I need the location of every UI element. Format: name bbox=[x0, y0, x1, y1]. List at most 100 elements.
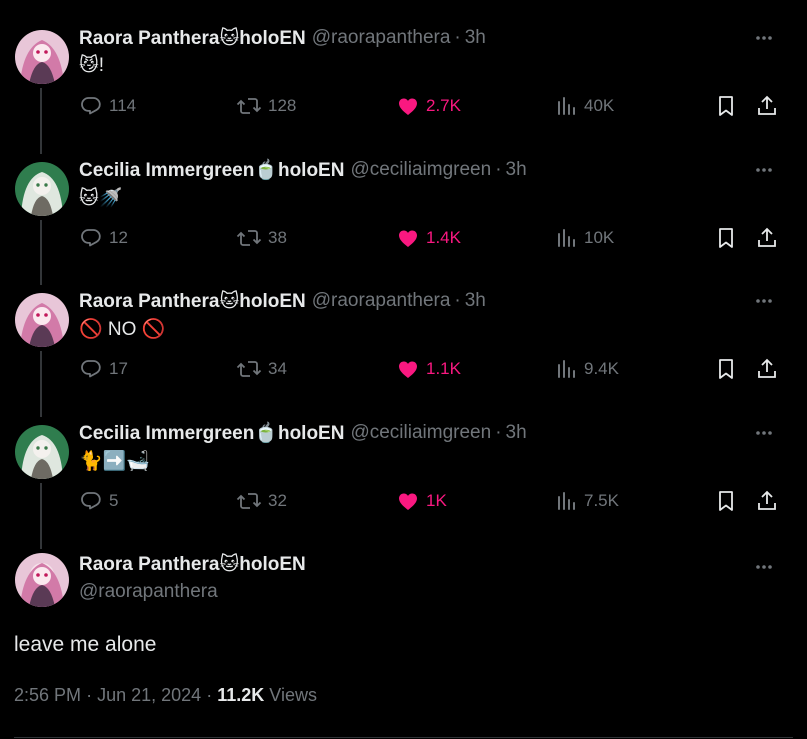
bookmark-button[interactable] bbox=[715, 92, 737, 120]
author-name[interactable]: Raora Panthera🐱holoEN bbox=[79, 27, 306, 50]
retweet-button[interactable]: 128 bbox=[236, 92, 296, 120]
tweet-time[interactable]: 3h bbox=[506, 422, 527, 444]
more-icon[interactable] bbox=[752, 555, 776, 579]
author-name[interactable]: Raora Panthera🐱holoEN bbox=[79, 290, 306, 313]
divider bbox=[14, 737, 793, 738]
author-name[interactable]: Cecilia Immergreen🍵holoEN bbox=[79, 421, 344, 445]
views-button[interactable]: 9.4K bbox=[556, 355, 619, 383]
tweet-time[interactable]: 3h bbox=[465, 290, 486, 312]
tweet-text: 🐱🚿 bbox=[79, 188, 123, 209]
like-button[interactable]: 1K bbox=[396, 487, 447, 515]
heart-icon bbox=[399, 230, 417, 247]
like-button[interactable]: 1.4K bbox=[396, 224, 461, 252]
reply-tweet[interactable]: Cecilia Immergreen🍵holoEN @ceciliaimgree… bbox=[0, 158, 807, 268]
reply-button[interactable]: 114 bbox=[79, 92, 136, 120]
tweet-time[interactable]: 3h bbox=[465, 27, 486, 49]
more-icon[interactable] bbox=[752, 158, 776, 182]
tweet-time[interactable]: 3h bbox=[506, 159, 527, 181]
thread-line bbox=[40, 88, 42, 154]
thread-line bbox=[40, 483, 42, 549]
like-count: 2.7K bbox=[426, 96, 461, 115]
share-button[interactable] bbox=[755, 487, 779, 515]
action-bar: 5 32 1K 7.5K bbox=[79, 487, 777, 515]
like-button[interactable]: 2.7K bbox=[396, 92, 461, 120]
raora-avatar[interactable] bbox=[15, 293, 69, 347]
like-count: 1.1K bbox=[426, 359, 461, 378]
share-icon bbox=[758, 227, 776, 247]
bookmark-button[interactable] bbox=[715, 224, 737, 252]
views-label: Views bbox=[269, 685, 317, 705]
author-handle[interactable]: @ceciliaimgreen bbox=[350, 159, 491, 181]
tweet-time[interactable]: 2:56 PM bbox=[14, 685, 81, 705]
bookmark-button[interactable] bbox=[715, 355, 737, 383]
author-handle[interactable]: @raorapanthera bbox=[312, 27, 451, 49]
reply-button[interactable]: 12 bbox=[79, 224, 128, 252]
author-handle[interactable]: @raorapanthera bbox=[312, 290, 451, 312]
reply-tweet[interactable]: Raora Panthera🐱holoEN @raorapanthera · 3… bbox=[0, 26, 807, 136]
retweet-icon bbox=[236, 230, 262, 246]
heart-icon bbox=[399, 361, 417, 378]
tweet-header: Cecilia Immergreen🍵holoEN @ceciliaimgree… bbox=[79, 421, 527, 445]
reply-tweet[interactable]: Raora Panthera🐱holoEN @raorapanthera · 3… bbox=[0, 289, 807, 399]
tweet-text: leave me alone bbox=[14, 633, 157, 656]
retweet-button[interactable]: 32 bbox=[236, 487, 287, 515]
view-count: 11.2K bbox=[217, 685, 265, 705]
tweet-header: Cecilia Immergreen🍵holoEN @ceciliaimgree… bbox=[79, 158, 527, 182]
author-handle[interactable]: @ceciliaimgreen bbox=[350, 422, 491, 444]
reply-icon bbox=[81, 229, 101, 247]
like-count: 1K bbox=[426, 491, 447, 510]
reply-icon bbox=[81, 492, 101, 510]
retweet-icon bbox=[236, 98, 262, 114]
view-count: 40K bbox=[584, 96, 615, 115]
retweet-button[interactable]: 34 bbox=[236, 355, 287, 383]
more-icon[interactable] bbox=[752, 289, 776, 313]
retweet-button[interactable]: 38 bbox=[236, 224, 287, 252]
bookmark-button[interactable] bbox=[715, 487, 737, 515]
more-icon[interactable] bbox=[752, 421, 776, 445]
analytics-icon bbox=[558, 492, 575, 510]
like-button[interactable]: 1.1K bbox=[396, 355, 461, 383]
share-icon bbox=[758, 95, 776, 115]
reply-tweet[interactable]: Cecilia Immergreen🍵holoEN @ceciliaimgree… bbox=[0, 421, 807, 531]
reply-icon bbox=[81, 97, 101, 115]
retweet-icon bbox=[236, 493, 262, 509]
view-count: 7.5K bbox=[584, 491, 619, 510]
separator: · bbox=[495, 422, 502, 443]
tweet-meta: 2:56 PM · Jun 21, 2024 · 11.2K Views bbox=[14, 685, 317, 706]
share-button[interactable] bbox=[755, 92, 779, 120]
cecilia-avatar[interactable] bbox=[15, 425, 69, 479]
author-name[interactable]: Cecilia Immergreen🍵holoEN bbox=[79, 158, 344, 182]
heart-icon bbox=[399, 98, 417, 115]
share-icon bbox=[758, 358, 776, 378]
tweet-text: 😼! bbox=[79, 55, 105, 76]
analytics-icon bbox=[558, 229, 575, 247]
share-icon bbox=[758, 490, 776, 510]
tweet-date[interactable]: Jun 21, 2024 bbox=[97, 685, 201, 705]
separator: · bbox=[86, 685, 93, 705]
retweet-count: 34 bbox=[268, 359, 287, 378]
reply-button[interactable]: 5 bbox=[79, 487, 118, 515]
tweet-text: 🚫 NO 🚫 bbox=[79, 319, 166, 340]
views-button[interactable]: 10K bbox=[556, 224, 614, 252]
retweet-count: 38 bbox=[268, 228, 287, 247]
author-name[interactable]: Raora Panthera🐱holoEN bbox=[79, 553, 306, 577]
author-handle[interactable]: @raorapanthera bbox=[79, 581, 306, 603]
share-button[interactable] bbox=[755, 224, 779, 252]
action-bar: 12 38 1.4K 10K bbox=[79, 224, 777, 252]
raora-avatar[interactable] bbox=[15, 553, 69, 607]
views-button[interactable]: 40K bbox=[556, 92, 614, 120]
like-count: 1.4K bbox=[426, 228, 461, 247]
share-button[interactable] bbox=[755, 355, 779, 383]
separator: · bbox=[495, 159, 502, 180]
reply-button[interactable]: 17 bbox=[79, 355, 128, 383]
reply-count: 5 bbox=[109, 491, 119, 510]
main-tweet: Raora Panthera🐱holoEN @raorapanthera lea… bbox=[0, 553, 807, 739]
view-count: 9.4K bbox=[584, 359, 619, 378]
tweet-header: Raora Panthera🐱holoEN @raorapanthera · 3… bbox=[79, 26, 486, 50]
views-button[interactable]: 7.5K bbox=[556, 487, 619, 515]
view-count: 10K bbox=[584, 228, 615, 247]
raora-avatar[interactable] bbox=[15, 30, 69, 84]
reply-count: 17 bbox=[109, 359, 128, 378]
more-icon[interactable] bbox=[752, 26, 776, 50]
cecilia-avatar[interactable] bbox=[15, 162, 69, 216]
